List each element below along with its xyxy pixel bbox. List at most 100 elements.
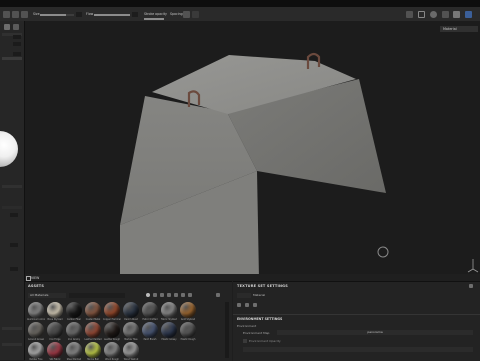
material-thumbnail[interactable]: [104, 302, 120, 318]
material-name: Bone Stylized: [47, 318, 63, 321]
view-tab-label[interactable]: VIEW: [31, 276, 39, 280]
property-value[interactable]: [10, 243, 18, 247]
size-label: Size: [33, 12, 40, 16]
sphere-view-icon[interactable]: [430, 11, 437, 18]
material-name: Leather Padded: [84, 338, 102, 341]
material-filter-icon[interactable]: [146, 293, 150, 297]
display-settings-icon[interactable]: [453, 11, 460, 18]
material-name: Carbon Fiber: [67, 318, 81, 321]
env-settings-header: ENVIRONMENT SETTINGS: [237, 317, 283, 321]
material-thumbnail[interactable]: [123, 302, 139, 318]
material-thumbnail[interactable]: [161, 302, 177, 318]
assets-search-input[interactable]: [69, 293, 125, 298]
material-thumbnail[interactable]: [104, 322, 120, 338]
symmetry-icon[interactable]: [192, 11, 199, 18]
material-name: Denim Rivet: [124, 318, 138, 321]
stroke-opacity-label: Stroke opacity: [144, 12, 167, 16]
material-thumbnail[interactable]: [104, 342, 120, 358]
material-name: Aluminium Amorphous: [27, 318, 45, 321]
material-name: Coated Metal: [85, 318, 101, 321]
property-value[interactable]: [13, 52, 21, 56]
material-thumbnail[interactable]: [28, 302, 44, 318]
material-name: Paint Bluish: [143, 338, 157, 341]
list-view-icon[interactable]: [181, 293, 185, 297]
flow-value[interactable]: [132, 12, 138, 17]
opacity-slider[interactable]: [144, 18, 164, 20]
env-mode-label: Environment: [237, 324, 257, 328]
material-thumbnail[interactable]: [180, 302, 196, 318]
flow-slider-fill: [94, 14, 130, 16]
alpha-filter-icon[interactable]: [167, 293, 171, 297]
material-name: Iron Grainy: [67, 338, 81, 341]
env-map-select[interactable]: panorama: [277, 330, 473, 335]
axis-gizmo-x: [467, 268, 474, 273]
normal-icon[interactable]: [245, 303, 249, 307]
property-value[interactable]: [10, 267, 18, 271]
texture-filter-icon[interactable]: [160, 293, 164, 297]
render-icon[interactable]: [442, 11, 449, 18]
material-name: Plastic Glossy: [161, 338, 177, 341]
assets-filter[interactable]: All Materials: [28, 293, 66, 298]
axis-gizmo-z: [472, 268, 479, 273]
grid-view-icon[interactable]: [174, 293, 178, 297]
panel-close-icon[interactable]: [216, 293, 220, 297]
material-thumbnail[interactable]: [123, 342, 139, 358]
ao-icon[interactable]: [253, 303, 257, 307]
size-slider[interactable]: [40, 14, 74, 16]
env-toggle[interactable]: [243, 339, 247, 343]
camera-icon[interactable]: [406, 11, 413, 18]
material-mode-select[interactable]: Material: [440, 26, 478, 32]
tool-row: [2, 327, 22, 330]
spacing-label: Spacing: [170, 12, 183, 16]
3d-viewport[interactable]: [25, 21, 480, 279]
material-thumbnail[interactable]: [47, 302, 63, 318]
material-thumbnail[interactable]: [66, 322, 82, 338]
material-name: Iron Forge: [49, 338, 61, 341]
material-thumbnail[interactable]: [142, 302, 158, 318]
material-thumbnail[interactable]: [85, 302, 101, 318]
material-thumbnail[interactable]: [47, 342, 63, 358]
tool-row: [2, 185, 22, 188]
material-name: Marble Tiles: [124, 338, 138, 341]
add-channel-icon[interactable]: [237, 303, 241, 307]
material-thumbnail[interactable]: [161, 322, 177, 338]
panel-close-icon[interactable]: [469, 284, 473, 288]
material-thumbnail[interactable]: [66, 302, 82, 318]
material-thumbnail[interactable]: [142, 322, 158, 338]
flow-label: Flow: [86, 12, 94, 16]
eraser-icon[interactable]: [12, 11, 19, 18]
env-opacity-slider[interactable]: [243, 347, 473, 352]
flow-slider[interactable]: [94, 14, 130, 16]
material-thumbnail[interactable]: [28, 342, 44, 358]
material-thumbnail[interactable]: [66, 342, 82, 358]
material-tab[interactable]: Material: [253, 293, 265, 298]
paint-mode-icon[interactable]: [465, 11, 472, 18]
square-icon[interactable]: [418, 11, 425, 18]
brush-icon[interactable]: [3, 11, 10, 18]
property-value[interactable]: [13, 42, 21, 46]
texture-set-title: TEXTURE SET SETTINGS: [237, 284, 288, 288]
material-name: Leather Rough: [104, 338, 120, 341]
paint-tool-icon[interactable]: [4, 24, 10, 30]
material-thumbnail[interactable]: [85, 322, 101, 338]
texture-set-select[interactable]: [237, 293, 251, 298]
selected-row[interactable]: [2, 57, 22, 60]
material-thumbnail[interactable]: [85, 342, 101, 358]
more-icon[interactable]: [188, 293, 192, 297]
property-value[interactable]: [13, 35, 21, 39]
property-value[interactable]: [10, 213, 18, 217]
assets-scrollbar[interactable]: [225, 302, 229, 358]
size-value[interactable]: [76, 12, 82, 17]
smart-material-icon[interactable]: [153, 293, 157, 297]
material-name: Plastic Rough: [180, 338, 196, 341]
material-thumbnail[interactable]: [180, 322, 196, 338]
fill-tool-icon[interactable]: [13, 24, 19, 30]
material-thumbnail[interactable]: [47, 322, 63, 338]
divider: [233, 314, 480, 315]
projection-icon[interactable]: [21, 11, 28, 18]
material-thumbnail[interactable]: [123, 322, 139, 338]
material-thumbnail[interactable]: [28, 322, 44, 338]
lazy-mouse-icon[interactable]: [183, 11, 190, 18]
size-slider-fill: [40, 14, 66, 16]
material-name: Fabric Stylized: [161, 318, 177, 321]
